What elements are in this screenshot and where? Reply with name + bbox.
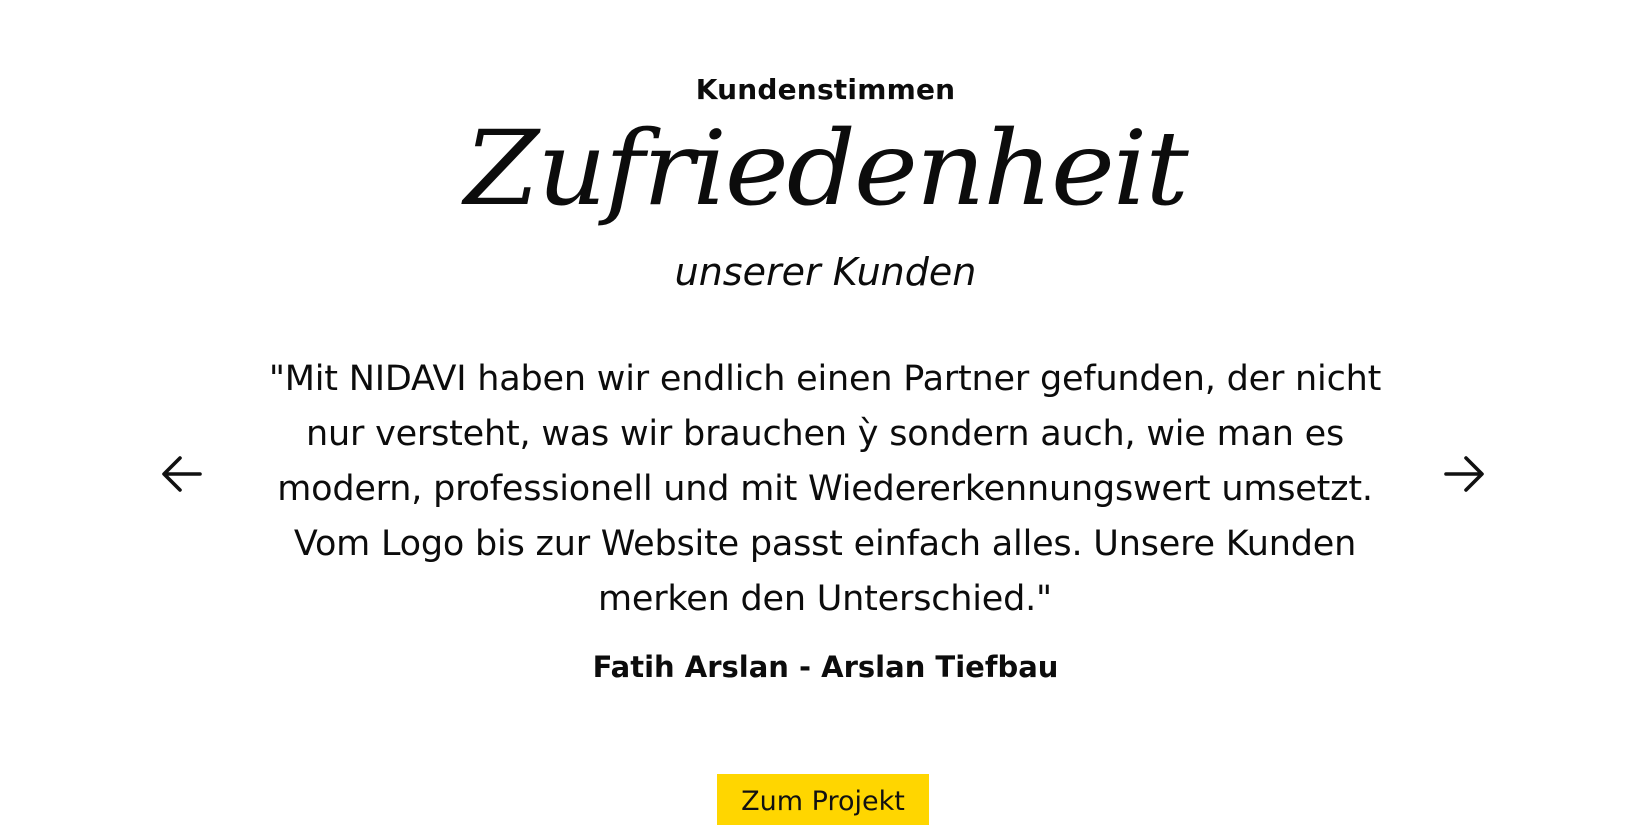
testimonial-author: Fatih Arslan - Arslan Tiefbau — [592, 650, 1059, 684]
arrow-left-icon — [156, 448, 208, 500]
section-eyebrow: Kundenstimmen — [695, 73, 956, 106]
next-testimonial-button[interactable] — [1436, 446, 1492, 502]
section-headline: Zufriedenheit — [464, 109, 1189, 229]
section-subline: unserer Kunden — [674, 250, 977, 294]
project-button[interactable]: Zum Projekt — [717, 774, 929, 825]
previous-testimonial-button[interactable] — [154, 446, 210, 502]
arrow-right-icon — [1438, 448, 1490, 500]
testimonial-quote: "Mit NIDAVI haben wir endlich einen Part… — [268, 359, 1382, 619]
